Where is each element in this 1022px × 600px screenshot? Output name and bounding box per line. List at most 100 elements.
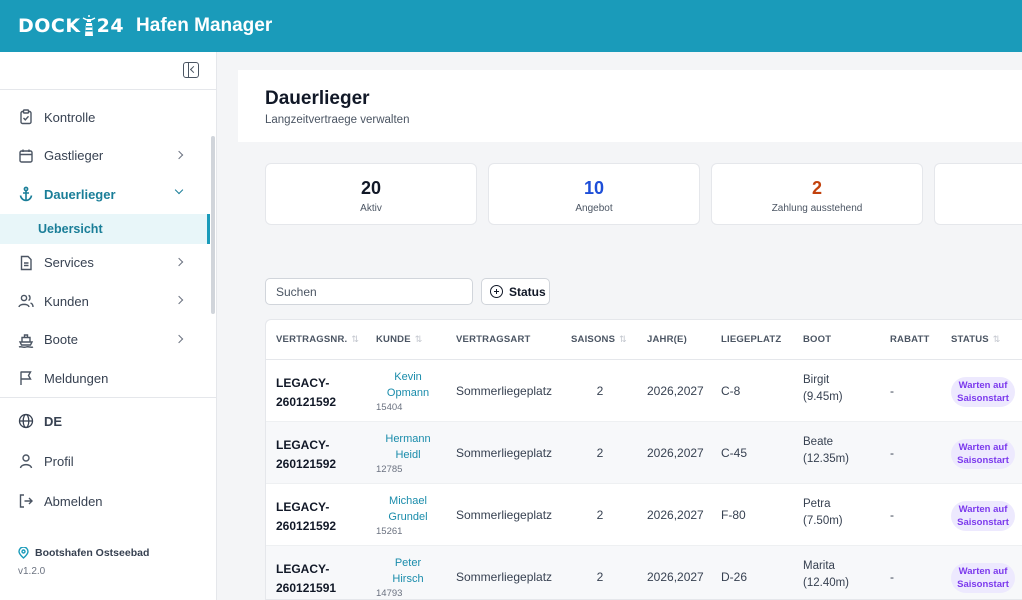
stat-label: Aktiv: [360, 203, 382, 214]
sidebar-item-label: Kunden: [44, 293, 89, 309]
page-subtitle: Langzeitvertraege verwalten: [265, 114, 410, 126]
stat-card-aktiv[interactable]: 20 Aktiv: [265, 163, 477, 225]
seasons: 2: [596, 508, 604, 522]
sidebar-item-meldungen[interactable]: Meldungen: [0, 359, 210, 398]
search-input[interactable]: [265, 278, 473, 305]
sidebar-scrollbar[interactable]: [211, 136, 215, 314]
table-row[interactable]: LEGACY- 260121592 Kevin Opmann 15404 Somme…: [266, 360, 1022, 422]
plus-circle-icon: [490, 285, 503, 298]
sidebar-item-label: Meldungen: [44, 370, 109, 386]
customer-id: 14793: [376, 588, 403, 599]
berth: C-45: [721, 446, 748, 460]
chevron-down-icon: [174, 185, 184, 195]
table-row[interactable]: LEGACY- 260121592 Michael Grundel 15261 So…: [266, 484, 1022, 546]
harbor-name: Bootshafen Ostseebad: [18, 547, 149, 559]
chevron-right-icon: [174, 295, 184, 305]
sidebar-subitem-uebersicht[interactable]: Uebersicht: [0, 213, 210, 244]
column-header-years: JAHR(E): [647, 334, 687, 345]
boat: Birgit (9.45m): [803, 374, 843, 403]
anchor-icon: [18, 186, 34, 202]
contract-type: Sommerliegeplatz: [456, 384, 553, 398]
years: 2026,2027: [647, 508, 704, 522]
document-icon: [18, 255, 34, 271]
customer-link[interactable]: Kevin Opmann: [376, 369, 440, 401]
contract-type: Sommerliegeplatz: [456, 570, 553, 584]
logout-label: Abmelden: [44, 493, 103, 509]
users-icon: [18, 293, 34, 309]
stat-value: 2: [811, 178, 822, 198]
app-version: v1.2.0: [18, 566, 46, 577]
clipboard-check-icon: [18, 109, 34, 125]
flag-icon: [18, 370, 34, 386]
calendar-icon: [18, 148, 34, 164]
sidebar-item-kunden[interactable]: Kunden: [0, 282, 210, 321]
customer-id: 12785: [376, 464, 403, 475]
boat-icon: [18, 332, 34, 348]
logout-icon: [18, 493, 34, 509]
contracts-table: VERTRAGSNR. ⇅ KUNDE ⇅ VERTRAGSART SAISONS ⇅…: [265, 319, 1022, 600]
customer-id: 15261: [376, 526, 403, 537]
contract-number: LEGACY- 260121591: [276, 562, 337, 595]
lighthouse-icon: [82, 15, 96, 37]
sidebar-item-kontrolle[interactable]: Kontrolle: [0, 98, 210, 137]
discount: -: [890, 446, 894, 460]
sidebar-item-dauerlieger[interactable]: Dauerlieger: [0, 175, 210, 214]
sidebar-nav: Kontrolle Gastlieger Dauerlieger Uebersi…: [0, 98, 210, 398]
column-header-type: VERTRAGSART: [456, 334, 531, 345]
contract-number: LEGACY- 260121592: [276, 500, 337, 533]
contract-number: LEGACY- 260121592: [276, 376, 337, 409]
sort-icon: ⇅: [992, 334, 1001, 344]
table-row[interactable]: LEGACY- 260121591 Peter Hirsch 14793 Somme…: [266, 546, 1022, 599]
boat: Petra (7.50m): [803, 498, 843, 527]
contract-number: LEGACY- 260121592: [276, 438, 337, 471]
stat-card-angebot[interactable]: 10 Angebot: [488, 163, 700, 225]
sidebar-item-label: Dauerlieger: [44, 186, 116, 202]
berth: C-8: [721, 384, 741, 398]
page-header: Dauerlieger Langzeitvertraege verwalten: [238, 70, 1022, 142]
column-header-status[interactable]: STATUS ⇅: [951, 334, 1001, 345]
customer-id: 15404: [376, 402, 403, 413]
seasons: 2: [596, 570, 604, 584]
status-filter-button[interactable]: Status: [481, 278, 550, 305]
profile-label: Profil: [44, 453, 74, 469]
table-row[interactable]: LEGACY- 260121592 Hermann Heidl 12785 Somm…: [266, 422, 1022, 484]
sort-icon: ⇅: [351, 334, 360, 344]
years: 2026,2027: [647, 570, 704, 584]
status-badge: Warten auf Saisonstart: [951, 563, 1015, 593]
language-switcher[interactable]: DE: [0, 401, 217, 441]
app-logo[interactable]: DOCK 24: [18, 15, 124, 37]
sidebar-item-abmelden[interactable]: Abmelden: [0, 481, 217, 521]
sidebar-item-label: Services: [44, 255, 94, 271]
customer-link[interactable]: Michael Grundel: [376, 493, 440, 525]
column-header-seasons[interactable]: SAISONS ⇅: [571, 334, 627, 345]
logo-text-right: 24: [96, 15, 125, 37]
table-header: VERTRAGSNR. ⇅ KUNDE ⇅ VERTRAGSART SAISONS ⇅…: [266, 320, 1022, 360]
discount: -: [890, 508, 894, 522]
column-header-berth: LIEGEPLATZ: [721, 334, 782, 345]
top-bar: DOCK 24 Hafen Manager: [0, 0, 1022, 52]
customer-link[interactable]: Peter Hirsch: [376, 555, 440, 587]
app-title: Hafen Manager: [136, 15, 273, 36]
harbor-label: Bootshafen Ostseebad: [35, 547, 150, 559]
discount: -: [890, 384, 894, 398]
stat-label: Zahlung ausstehend: [771, 203, 863, 214]
stat-card-zahlung-ausstehend[interactable]: 2 Zahlung ausstehend: [711, 163, 923, 225]
discount: -: [890, 570, 894, 584]
stat-card-partial[interactable]: [934, 163, 1022, 225]
sidebar-item-profil[interactable]: Profil: [0, 441, 217, 481]
customer-link[interactable]: Hermann Heidl: [376, 431, 440, 463]
boat: Marita (12.40m): [803, 560, 850, 589]
contract-type: Sommerliegeplatz: [456, 446, 553, 460]
sort-icon: ⇅: [414, 334, 423, 344]
globe-icon: [18, 413, 34, 429]
berth: F-80: [721, 508, 746, 522]
column-header-contract[interactable]: VERTRAGSNR. ⇅: [276, 334, 359, 345]
sidebar-item-services[interactable]: Services: [0, 244, 210, 283]
collapse-sidebar-icon[interactable]: [183, 62, 199, 78]
sidebar-item-gastlieger[interactable]: Gastlieger: [0, 137, 210, 176]
column-header-customer[interactable]: KUNDE ⇅: [376, 334, 423, 345]
sort-icon: ⇅: [619, 334, 627, 344]
status-badge: Warten auf Saisonstart: [951, 377, 1015, 407]
sidebar-item-boote[interactable]: Boote: [0, 321, 210, 360]
stat-value: 10: [583, 178, 605, 198]
